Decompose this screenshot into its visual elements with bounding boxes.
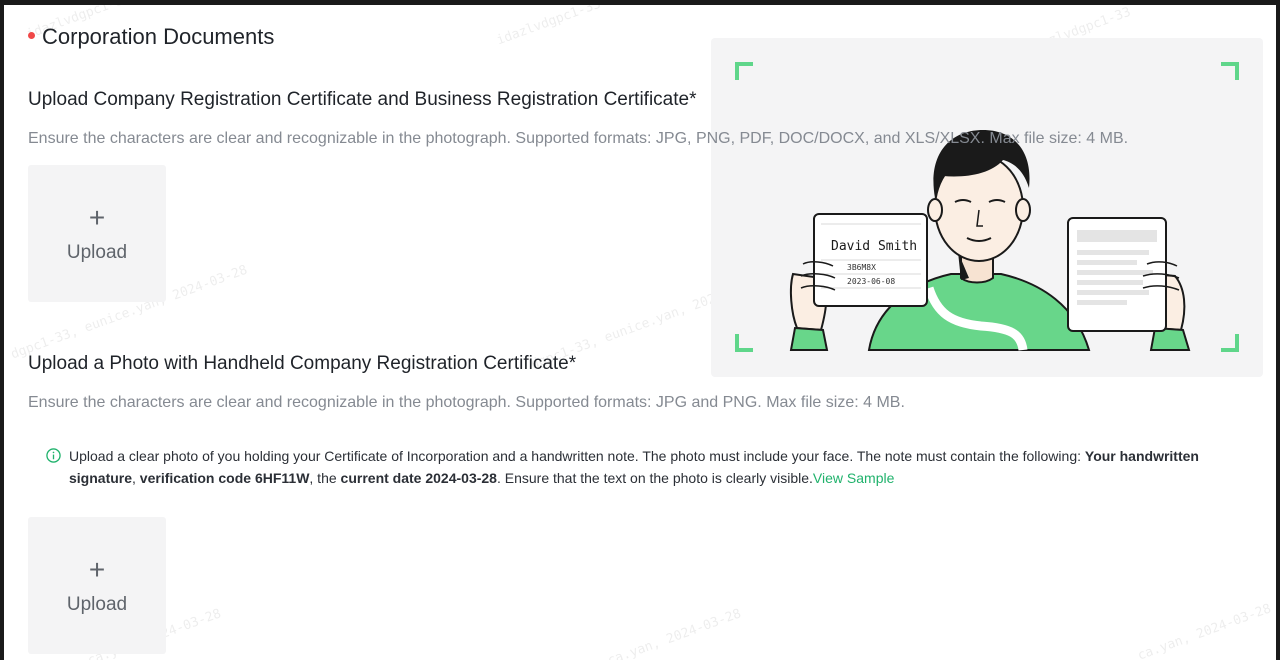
watermark: ca.yan, 2024-03-28 bbox=[1135, 601, 1274, 660]
watermark: idazlvdgpc1-33 bbox=[494, 5, 603, 49]
plus-icon: + bbox=[88, 553, 106, 585]
upload-registration-button[interactable]: + Upload bbox=[28, 165, 166, 302]
notice-verification-code: verification code 6HF11W bbox=[139, 470, 310, 486]
note-code: 3B6M8X bbox=[847, 263, 876, 272]
watermark: ca.yan, 2024-03-28 bbox=[605, 606, 744, 660]
upload-registration-description: Ensure the characters are clear and reco… bbox=[28, 130, 1129, 147]
upload-handheld-button[interactable]: + Upload bbox=[28, 517, 166, 654]
note-name: David Smith bbox=[831, 239, 917, 254]
upload-label: Upload bbox=[66, 593, 128, 615]
notice-text-part: . Ensure that the text on the photo is c… bbox=[496, 470, 813, 486]
notice-text-part: Upload a clear photo of you holding your… bbox=[69, 448, 1085, 464]
info-icon bbox=[46, 448, 61, 463]
upload-registration-heading: Upload Company Registration Certificate … bbox=[28, 89, 697, 110]
upload-label: Upload bbox=[66, 241, 128, 263]
section-title-text: Corporation Documents bbox=[42, 24, 275, 49]
handheld-photo-notice: Upload a clear photo of you holding your… bbox=[46, 445, 1256, 489]
section-title: Corporation Documents bbox=[28, 24, 274, 50]
plus-icon: + bbox=[88, 201, 106, 233]
handheld-certificate-illustration: David Smith 3B6M8X 2023-06-08 bbox=[735, 62, 1239, 352]
page-frame: idazlvdgpc1-33 idazlvdgpc1-33 idazlvdgpc… bbox=[4, 5, 1276, 660]
required-dot bbox=[28, 31, 35, 39]
notice-current-date: current date 2024-03-28 bbox=[340, 470, 497, 486]
notice-text: Upload a clear photo of you holding your… bbox=[46, 445, 1256, 489]
sample-image-panel: David Smith 3B6M8X 2023-06-08 bbox=[711, 38, 1263, 377]
notice-text-part: , the bbox=[309, 470, 341, 486]
notice-text-part: , bbox=[132, 470, 140, 486]
upload-handheld-heading: Upload a Photo with Handheld Company Reg… bbox=[28, 353, 577, 374]
note-date: 2023-06-08 bbox=[847, 277, 895, 286]
view-sample-link[interactable]: View Sample bbox=[813, 470, 894, 486]
upload-handheld-description: Ensure the characters are clear and reco… bbox=[28, 394, 905, 411]
